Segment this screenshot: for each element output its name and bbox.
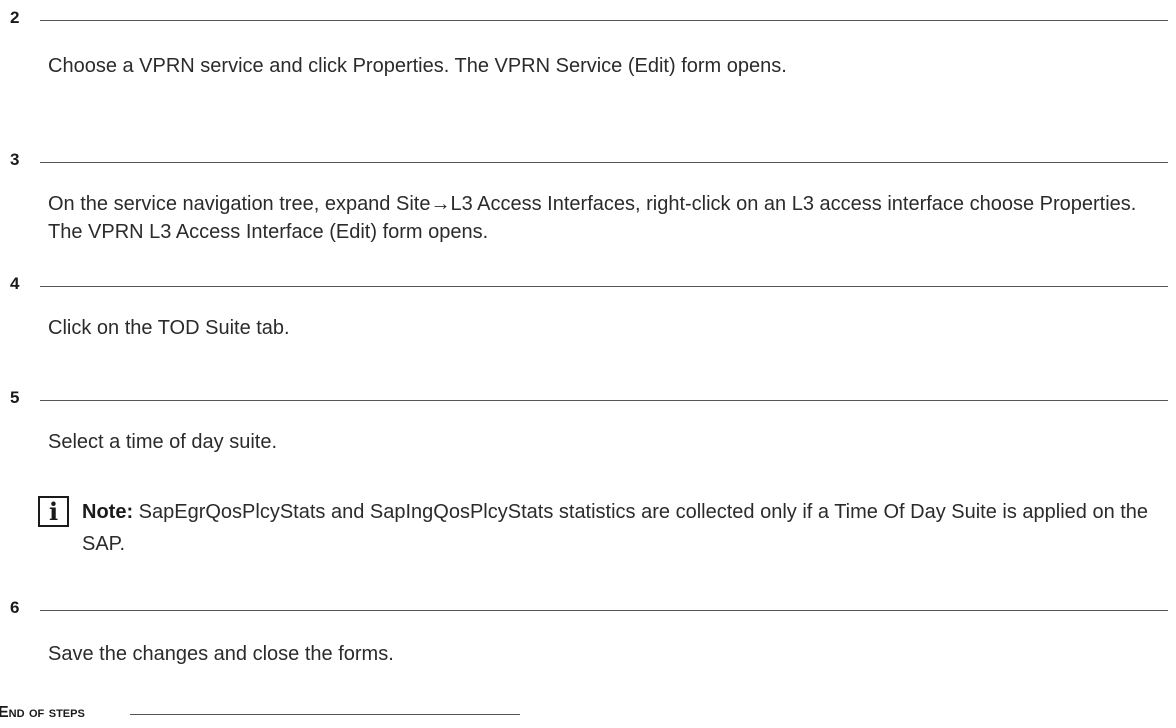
step-3: 3 On the service navigation tree, expand… — [0, 144, 1176, 243]
step-text: On the service navigation tree, expand S… — [48, 193, 1137, 243]
step-text: Choose a VPRN service and click Properti… — [48, 55, 787, 77]
step-text: Click on the TOD Suite tab. — [48, 317, 290, 339]
step-divider — [40, 286, 1168, 287]
note-text: Note: SapEgrQosPlcyStats and SapIngQosPl… — [82, 496, 1167, 560]
note-label: Note: — [82, 501, 134, 523]
end-of-steps-divider — [130, 714, 520, 715]
step-number: 6 — [10, 598, 20, 617]
step-5: 5 Select a time of day suite. — [0, 382, 1176, 453]
step-header: 2 — [0, 2, 1176, 36]
step-6: 6 Save the changes and close the forms. — [0, 592, 1176, 665]
step-4: 4 Click on the TOD Suite tab. — [0, 268, 1176, 339]
step-header: 5 — [0, 382, 1176, 416]
step-number: 3 — [10, 150, 20, 169]
step-number: 2 — [10, 8, 20, 27]
step-text: Select a time of day suite. — [48, 431, 278, 453]
step-divider — [40, 20, 1168, 21]
step-number: 4 — [10, 274, 20, 293]
end-of-steps: End of steps — [0, 702, 1176, 728]
step-header: 4 — [0, 268, 1176, 302]
step-divider — [40, 162, 1168, 163]
info-icon: i — [38, 496, 69, 527]
step-text: Save the changes and close the forms. — [48, 643, 394, 665]
step-number: 5 — [10, 388, 20, 407]
step-divider — [40, 610, 1168, 611]
end-of-steps-label: End of steps — [0, 704, 85, 721]
step-header: 3 — [0, 144, 1176, 178]
note-body: SapEgrQosPlcyStats and SapIngQosPlcyStat… — [82, 501, 1149, 555]
step-divider — [40, 400, 1168, 401]
step-2: 2 Choose a VPRN service and click Proper… — [0, 2, 1176, 77]
step-header: 6 — [0, 592, 1176, 626]
